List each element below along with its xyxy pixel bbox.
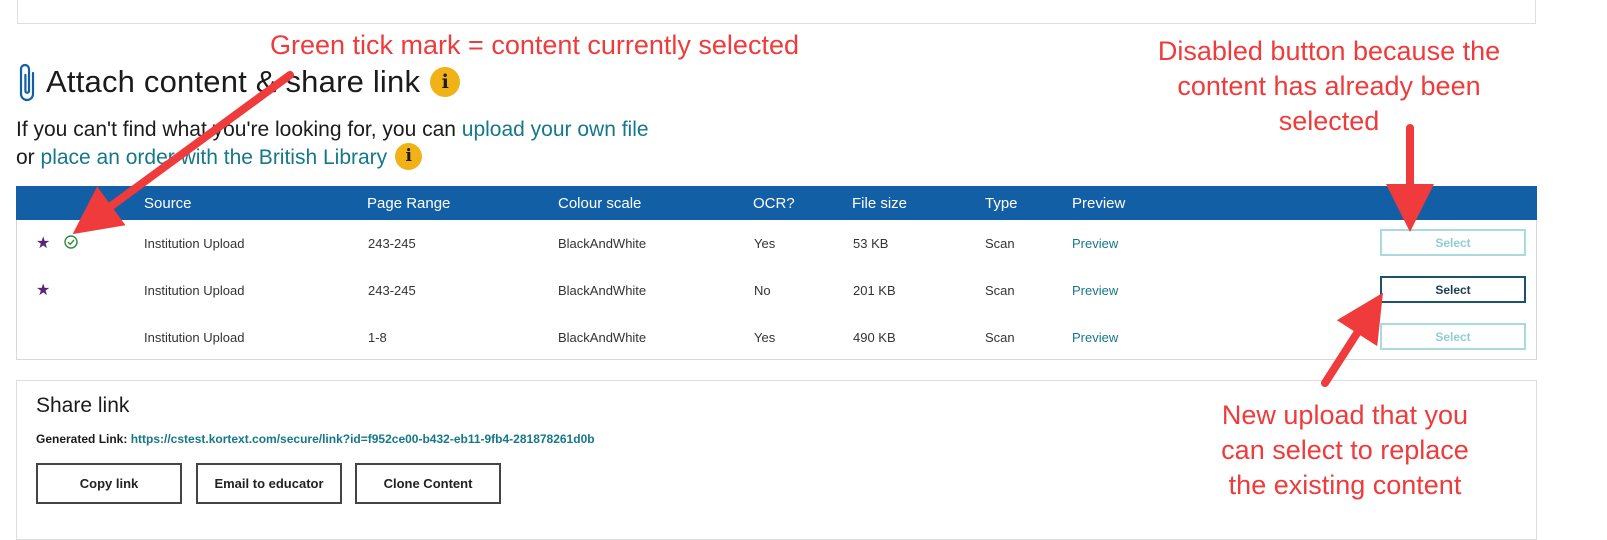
annotation-disabled-text: Disabled button because the content has … (1120, 34, 1538, 139)
email-to-educator-button[interactable]: Email to educator (196, 463, 342, 504)
annotation-new-upload-line: can select to replace (1221, 435, 1469, 465)
clone-content-button[interactable]: Clone Content (355, 463, 501, 504)
column-header-preview: Preview (1072, 195, 1126, 212)
check-circle-icon (64, 235, 78, 249)
annotation-disabled-line: selected (1278, 106, 1380, 136)
cell-file-size: 53 KB (853, 236, 889, 251)
column-header-ocr: OCR? (753, 195, 795, 212)
cell-ocr: No (754, 283, 771, 298)
generated-link-url[interactable]: https://cstest.kortext.com/secure/link?i… (131, 432, 595, 446)
column-header-type: Type (985, 195, 1018, 212)
generated-link-label: Generated Link: (36, 432, 131, 446)
star-icon: ★ (36, 282, 51, 299)
annotation-new-upload-line: New upload that you (1221, 400, 1469, 430)
select-button-disabled[interactable]: Select (1380, 323, 1526, 350)
intro-line2-text: or (16, 146, 41, 169)
cell-colour-scale: BlackAndWhite (558, 283, 647, 298)
column-header-page-range: Page Range (367, 195, 451, 212)
table-header: Source Page Range Colour scale OCR? File… (16, 186, 1537, 220)
column-header-file-size: File size (852, 195, 908, 212)
page-title: Attach content & share link (46, 64, 421, 99)
cell-ocr: Yes (754, 236, 776, 251)
cell-file-size: 490 KB (853, 330, 896, 345)
cell-colour-scale: BlackAndWhite (558, 236, 647, 251)
column-header-source: Source (144, 195, 192, 212)
british-library-order-link[interactable]: place an order with the British Library (41, 146, 388, 169)
column-header-colour-scale: Colour scale (558, 195, 642, 212)
upload-own-file-link[interactable]: upload your own file (462, 118, 649, 141)
cell-colour-scale: BlackAndWhite (558, 330, 647, 345)
annotation-disabled-line: Disabled button because the (1157, 36, 1501, 66)
cell-source: Institution Upload (144, 283, 245, 298)
share-link-title: Share link (36, 394, 130, 417)
info-icon[interactable]: i (430, 67, 461, 97)
preview-link[interactable]: Preview (1072, 330, 1118, 345)
annotation-disabled-line: content has already been (1177, 71, 1481, 101)
paperclip-icon (19, 63, 35, 102)
cell-page-range: 243-245 (368, 283, 416, 298)
preview-link[interactable]: Preview (1072, 283, 1118, 298)
select-button-disabled[interactable]: Select (1380, 229, 1526, 256)
annotation-new-upload-line: the existing content (1228, 470, 1462, 500)
info-icon[interactable]: i (395, 142, 423, 170)
cell-type: Scan (985, 283, 1015, 298)
cell-page-range: 243-245 (368, 236, 416, 251)
intro-text: If you can't find what you're looking fo… (16, 116, 649, 172)
table-row: Institution Upload 1-8 BlackAndWhite Yes… (17, 314, 1536, 361)
copy-link-button[interactable]: Copy link (36, 463, 182, 504)
table-row: ★ Institution Upload 243-245 BlackAndWhi… (17, 220, 1536, 267)
annotation-tick-text: Green tick mark = content currently sele… (270, 30, 799, 60)
page-heading: Attach content & share link i (16, 60, 461, 104)
preview-link[interactable]: Preview (1072, 236, 1118, 251)
cell-type: Scan (985, 330, 1015, 345)
select-button[interactable]: Select (1380, 276, 1526, 303)
generated-link: Generated Link: https://cstest.kortext.c… (36, 432, 595, 446)
star-icon: ★ (36, 235, 51, 252)
table-row: ★ Institution Upload 243-245 BlackAndWhi… (17, 267, 1536, 314)
cell-source: Institution Upload (144, 330, 245, 345)
intro-line1-text: If you can't find what you're looking fo… (16, 118, 462, 141)
annotation-new-upload-text: New upload that you can select to replac… (1185, 398, 1505, 503)
cell-source: Institution Upload (144, 236, 245, 251)
cell-file-size: 201 KB (853, 283, 896, 298)
cell-page-range: 1-8 (368, 330, 387, 345)
content-table: Source Page Range Colour scale OCR? File… (16, 186, 1537, 360)
cell-ocr: Yes (754, 330, 776, 345)
top-panel (17, 0, 1536, 24)
cell-type: Scan (985, 236, 1015, 251)
